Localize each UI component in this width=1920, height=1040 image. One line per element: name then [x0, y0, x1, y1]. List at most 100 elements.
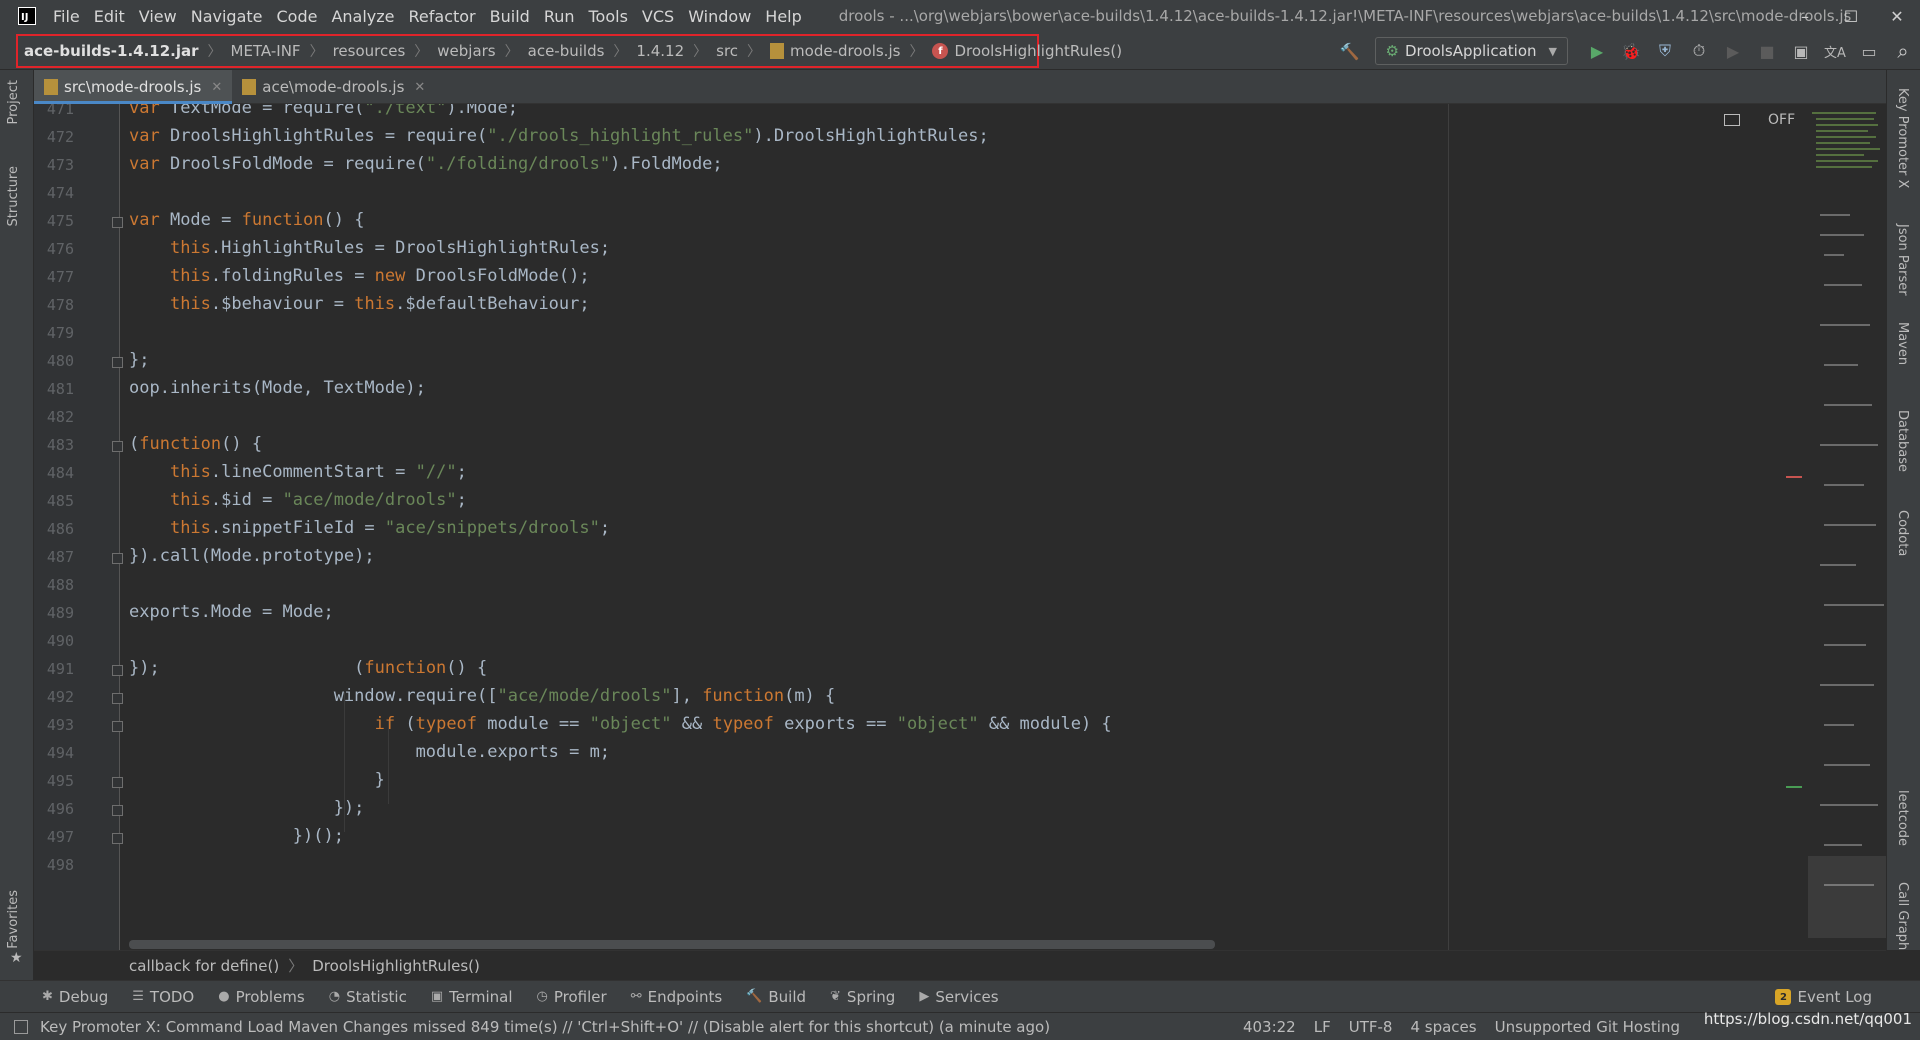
code-minimap[interactable]: [1808, 104, 1886, 950]
breadcrumb-jar[interactable]: ace-builds-1.4.12.jar: [24, 42, 199, 60]
breadcrumb-version[interactable]: 1.4.12: [636, 42, 684, 60]
tab-label: src\mode-drools.js: [64, 78, 202, 96]
error-stripe-marker[interactable]: [1786, 476, 1802, 478]
menu-edit[interactable]: Edit: [87, 7, 132, 26]
fold-marker[interactable]: [112, 441, 123, 452]
run-configuration-select[interactable]: ⚙ DroolsApplication ▼: [1374, 37, 1568, 65]
translate-icon[interactable]: 文A: [1821, 37, 1849, 65]
favorites-tool-tab[interactable]: Favorites: [6, 890, 21, 949]
menu-vcs[interactable]: VCS: [635, 7, 681, 26]
tool-todo[interactable]: ☰ TODO: [132, 988, 194, 1006]
tool-endpoints[interactable]: ⚯ Endpoints: [631, 988, 722, 1006]
git-status[interactable]: Unsupported Git Hosting: [1495, 1018, 1680, 1036]
key-promoter-tool-tab[interactable]: Key Promoter X: [1895, 88, 1910, 188]
menu-run[interactable]: Run: [537, 7, 582, 26]
menu-help[interactable]: Help: [758, 7, 808, 26]
tool-spring[interactable]: ❦ Spring: [830, 988, 895, 1006]
minimize-button[interactable]: –: [1782, 0, 1828, 32]
tab-ace-mode-drools[interactable]: ace\mode-drools.js ✕: [232, 70, 435, 104]
line-number: 480: [46, 352, 74, 370]
tool-build[interactable]: 🔨 Build: [746, 988, 806, 1006]
code-line: this.foldingRules = new DroolsFoldMode()…: [169, 266, 590, 286]
database-tool-tab[interactable]: Database: [1895, 410, 1910, 472]
fold-marker[interactable]: [112, 721, 123, 732]
change-stripe-marker[interactable]: [1786, 786, 1802, 788]
reader-mode-toggle[interactable]: OFF: [1724, 112, 1795, 128]
codota-tool-tab[interactable]: Codota: [1895, 510, 1910, 556]
menu-build[interactable]: Build: [483, 7, 537, 26]
maven-tool-tab[interactable]: Maven: [1895, 322, 1910, 365]
stop-icon[interactable]: ■: [1753, 37, 1781, 65]
project-tool-tab[interactable]: Project: [6, 80, 21, 124]
breadcrumb-webjars[interactable]: webjars: [437, 42, 495, 60]
tab-src-mode-drools[interactable]: src\mode-drools.js ✕: [34, 70, 233, 104]
fold-marker[interactable]: [112, 777, 123, 788]
menu-window[interactable]: Window: [681, 7, 758, 26]
breadcrumb-src[interactable]: src: [716, 42, 738, 60]
run-icon[interactable]: ▶: [1583, 37, 1611, 65]
close-icon[interactable]: ✕: [414, 80, 425, 95]
tool-profiler[interactable]: ◷ Profiler: [537, 988, 607, 1006]
tool-label: Debug: [58, 987, 109, 1006]
fold-marker[interactable]: [112, 693, 123, 704]
profile-icon[interactable]: ⏱: [1685, 37, 1713, 65]
fold-marker[interactable]: [112, 217, 123, 228]
code-line: this.$behaviour = this.$defaultBehaviour…: [169, 294, 590, 314]
code-crumb-callback[interactable]: callback for define(): [129, 957, 279, 975]
status-message[interactable]: Key Promoter X: Command Load Maven Chang…: [40, 1018, 1050, 1036]
endpoints-icon: ⚯: [630, 989, 642, 1004]
breadcrumb-meta-inf[interactable]: META-INF: [231, 42, 301, 60]
code-line: });: [129, 798, 365, 818]
coverage-icon[interactable]: ⛨: [1651, 37, 1679, 65]
close-window-button[interactable]: ✕: [1874, 0, 1920, 32]
menu-tools[interactable]: Tools: [582, 7, 635, 26]
horizontal-scrollbar[interactable]: [129, 940, 1215, 949]
breadcrumb-function[interactable]: f DroolsHighlightRules(): [932, 42, 1122, 60]
maximize-button[interactable]: ☐: [1828, 0, 1874, 32]
code-crumb-function[interactable]: DroolsHighlightRules(): [312, 957, 480, 975]
fold-marker[interactable]: [112, 805, 123, 816]
line-separator[interactable]: LF: [1314, 1018, 1331, 1036]
debug-icon[interactable]: 🐞: [1617, 37, 1645, 65]
event-log-button[interactable]: 2 Event Log: [1775, 981, 1872, 1013]
code-line: this.HighlightRules = DroolsHighlightRul…: [169, 238, 611, 258]
tool-statistic[interactable]: ◔ Statistic: [329, 988, 407, 1006]
fold-marker[interactable]: [112, 833, 123, 844]
tool-services[interactable]: ▶ Services: [919, 988, 998, 1006]
fold-marker[interactable]: [112, 665, 123, 676]
close-icon[interactable]: ✕: [211, 80, 222, 95]
json-parser-tool-tab[interactable]: Json Parser: [1895, 224, 1910, 296]
window-controls: – ☐ ✕: [1782, 0, 1920, 32]
menu-navigate[interactable]: Navigate: [184, 7, 270, 26]
caret-position[interactable]: 403:22: [1243, 1018, 1296, 1036]
call-graph-tool-tab[interactable]: Call Graph: [1895, 882, 1910, 950]
code-line: this.lineCommentStart = "//";: [169, 462, 467, 482]
search-icon[interactable]: ⌕: [1889, 37, 1917, 65]
rerun-icon[interactable]: ▶: [1719, 37, 1747, 65]
menu-analyze[interactable]: Analyze: [324, 7, 401, 26]
tool-windows-toggle-icon[interactable]: [14, 1019, 28, 1034]
menu-file[interactable]: File: [46, 7, 87, 26]
breadcrumb-resources[interactable]: resources: [333, 42, 406, 60]
breadcrumb-ace-builds[interactable]: ace-builds: [528, 42, 605, 60]
breadcrumb-file[interactable]: mode-drools.js: [770, 42, 900, 60]
code-editor[interactable]: 471 472 473 474 475 476 477 478 479 480 …: [34, 104, 1886, 950]
tool-terminal[interactable]: ▣ Terminal: [431, 988, 513, 1006]
chevron-down-icon: ▼: [1548, 44, 1557, 58]
minimap-viewport[interactable]: [1808, 856, 1886, 938]
file-encoding[interactable]: UTF-8: [1349, 1018, 1393, 1036]
structure-tool-tab[interactable]: Structure: [6, 166, 21, 226]
menu-view[interactable]: View: [132, 7, 184, 26]
tool-debug[interactable]: ✱ Debug: [42, 988, 108, 1006]
fold-marker[interactable]: [112, 553, 123, 564]
menu-code[interactable]: Code: [270, 7, 325, 26]
line-number-gutter[interactable]: 471 472 473 474 475 476 477 478 479 480 …: [34, 104, 123, 950]
tool-problems[interactable]: ● Problems: [218, 988, 304, 1006]
build-hammer-icon[interactable]: 🔨: [1336, 37, 1364, 65]
leetcode-tool-tab[interactable]: leetcode: [1895, 790, 1910, 846]
layout-icon[interactable]: ▭: [1855, 37, 1883, 65]
indent-setting[interactable]: 4 spaces: [1410, 1018, 1476, 1036]
menu-refactor[interactable]: Refactor: [402, 7, 483, 26]
project-structure-icon[interactable]: ▣: [1787, 37, 1815, 65]
fold-marker[interactable]: [112, 357, 123, 368]
